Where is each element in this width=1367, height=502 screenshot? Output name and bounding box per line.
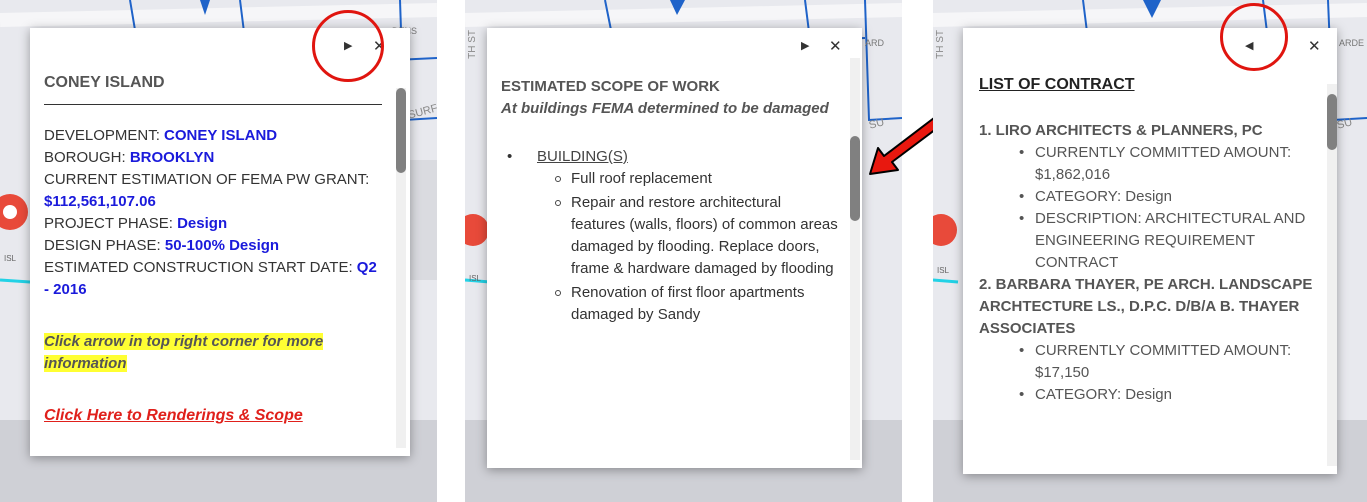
renderings-link-row: Click Here to Renderings & Scope (44, 405, 382, 427)
info-popup-coney-island: ▶ ✕ CONEY ISLAND DEVELOPMENT: CONEY ISLA… (30, 28, 410, 456)
list-item: CURRENTLY COMMITTED AMOUNT: $1,862,016 (1013, 142, 1315, 186)
scope-list: BUILDING(S) Full roof replacement Repair… (501, 146, 839, 326)
list-item: Repair and restore architectural feature… (551, 192, 839, 280)
hint-note: Click arrow in top right corner for more… (44, 333, 324, 372)
map-label: ARD (865, 38, 885, 48)
map-label: ISL (937, 266, 950, 275)
scope-popup: ▶ ✕ ESTIMATED SCOPE OF WORK At buildings… (487, 28, 862, 468)
close-icon[interactable]: ✕ (829, 36, 842, 56)
section-label: BUILDING(S) (537, 148, 628, 165)
map-label: TH ST (467, 30, 478, 59)
annotation-arrow-icon (869, 117, 940, 175)
map-frame-3: TH ST ARDE SU ISL ◀ ✕ LIST OF CONTRACT 1… (933, 0, 1367, 502)
scope-subheading: At buildings FEMA determined to be damag… (501, 100, 829, 117)
renderings-scope-link[interactable]: Click Here to Renderings & Scope (44, 407, 303, 424)
contracts-title: LIST OF CONTRACT (979, 76, 1135, 93)
field-fema-grant: CURRENT ESTIMATION OF FEMA PW GRANT: $11… (44, 171, 370, 210)
list-item: BUILDING(S) Full roof replacement Repair… (501, 146, 839, 326)
list-item: CATEGORY: Design (1013, 186, 1315, 208)
field-project-phase: PROJECT PHASE: Design (44, 215, 228, 232)
list-item: Full roof replacement (551, 168, 839, 190)
list-item: DESCRIPTION: ARCHITECTURAL AND ENGINEERI… (1013, 208, 1315, 274)
popup-content: ESTIMATED SCOPE OF WORK At buildings FEM… (501, 76, 839, 326)
list-item: CURRENTLY COMMITTED AMOUNT: $17,150 (1013, 340, 1315, 384)
list-item: Renovation of first floor apartments dam… (551, 282, 839, 326)
scrollbar-thumb[interactable] (1327, 94, 1337, 150)
scrollbar[interactable] (1327, 84, 1337, 466)
scrollbar[interactable] (396, 88, 406, 448)
field-borough: BOROUGH: BROOKLYN (44, 149, 215, 166)
contract-name: 2. BARBARA THAYER, PE ARCH. LANDSCAPE AR… (979, 276, 1313, 337)
popup-content: LIST OF CONTRACT 1. LIRO ARCHITECTS & PL… (979, 74, 1315, 406)
next-arrow-icon[interactable]: ▶ (801, 36, 809, 56)
map-label: ISL (4, 254, 17, 263)
contracts-popup: ◀ ✕ LIST OF CONTRACT 1. LIRO ARCHITECTS … (963, 28, 1337, 474)
field-construction-start: ESTIMATED CONSTRUCTION START DATE: Q2 - … (44, 259, 377, 298)
list-item: CATEGORY: Design (1013, 384, 1315, 406)
annotation-circle (1220, 3, 1288, 71)
scope-sublist: Full roof replacement Repair and restore… (537, 168, 839, 326)
map-frame-2: TH ST ARD SU ISL ▶ ✕ ESTIMATED SCOPE OF … (465, 0, 902, 502)
contract-details: CURRENTLY COMMITTED AMOUNT: $17,150 CATE… (979, 340, 1315, 406)
map-label: ARDE (1339, 38, 1365, 48)
map-label: TH ST (935, 30, 946, 59)
annotation-circle (312, 10, 384, 82)
field-development: DEVELOPMENT: CONEY ISLAND (44, 127, 278, 144)
scrollbar-thumb[interactable] (396, 88, 406, 173)
contract-details: CURRENTLY COMMITTED AMOUNT: $1,862,016 C… (979, 142, 1315, 274)
popup-content: CONEY ISLAND DEVELOPMENT: CONEY ISLAND B… (44, 72, 382, 427)
contract-name: 1. LIRO ARCHITECTS & PLANNERS, PC (979, 122, 1263, 139)
field-design-phase: DESIGN PHASE: 50-100% Design (44, 237, 280, 254)
map-label: ISL (469, 274, 482, 283)
scrollbar[interactable] (850, 58, 860, 460)
map-frame-1: DENS SURF ISL ▶ ✕ CONEY ISLAND DEVELOPME… (0, 0, 437, 502)
close-icon[interactable]: ✕ (1308, 36, 1321, 56)
scope-heading: ESTIMATED SCOPE OF WORK (501, 78, 720, 95)
scrollbar-thumb[interactable] (850, 136, 860, 221)
